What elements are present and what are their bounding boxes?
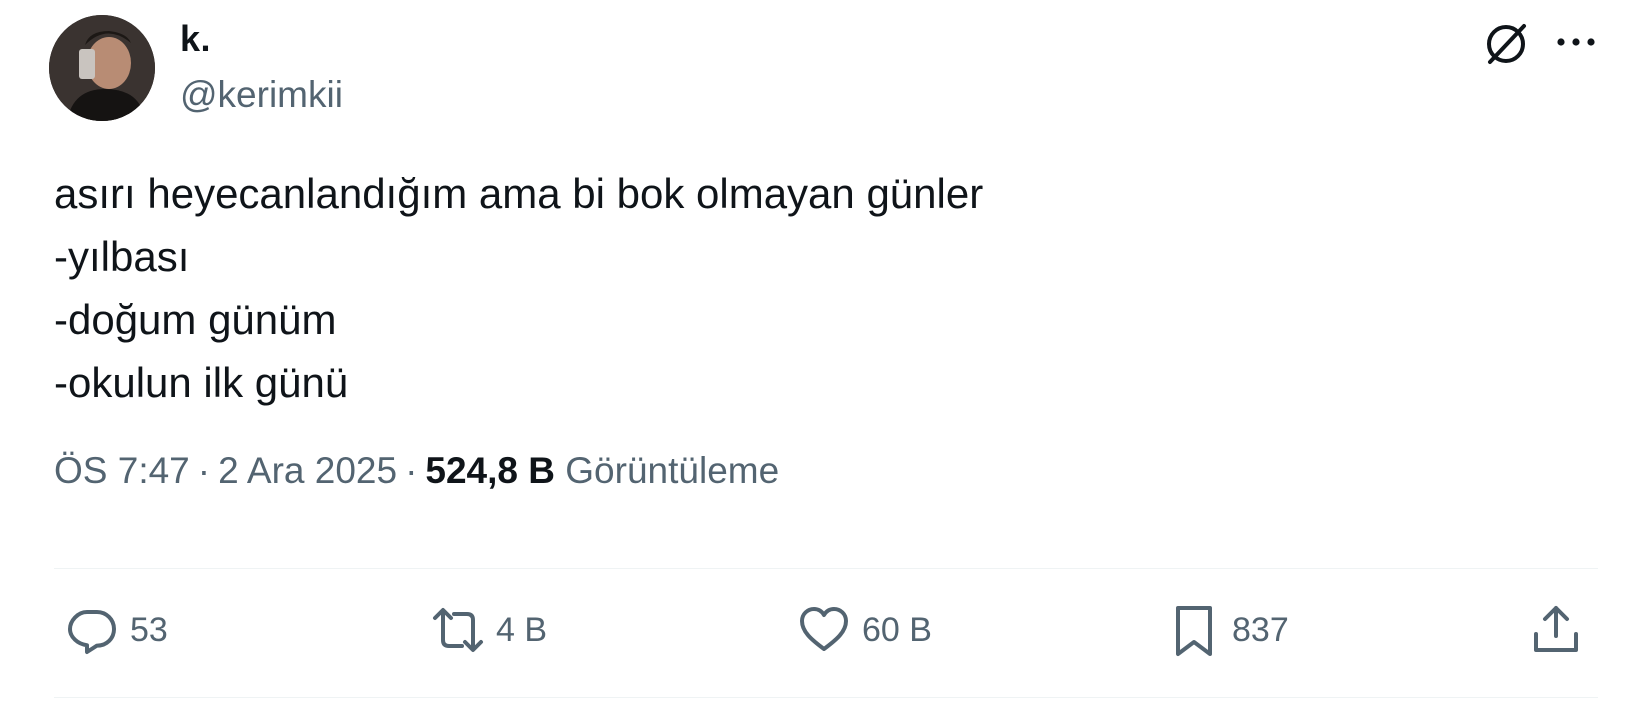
like-icon (800, 607, 848, 651)
tweet-line: -okulun ilk günü (54, 359, 349, 406)
reply-icon (68, 610, 116, 654)
retweet-count: 4 B (496, 610, 548, 649)
share-icon (1534, 606, 1578, 652)
meta-separator: · (197, 450, 211, 491)
avatar[interactable] (49, 15, 155, 121)
bookmark-button[interactable]: 837 (1166, 600, 1289, 660)
bookmark-count: 837 (1232, 610, 1289, 649)
action-bar: 53 4 B 60 B 837 (6, 600, 1628, 660)
meta-separator: · (405, 450, 418, 491)
retweet-icon (433, 608, 483, 652)
tweet-date[interactable]: 2 Ara 2025 (218, 450, 397, 491)
reply-count: 53 (130, 610, 168, 649)
bookmark-icon (1176, 606, 1212, 656)
grok-icon[interactable] (1482, 20, 1530, 68)
tweet-time[interactable]: ÖS 7:47 (54, 450, 190, 491)
more-options-icon[interactable] (1554, 30, 1598, 54)
author-handle[interactable]: @kerimkii (180, 74, 343, 116)
divider (54, 568, 1598, 569)
author-name[interactable]: k. (180, 18, 211, 60)
tweet-meta: ÖS 7:47 · 2 Ara 2025 · 524,8 B Görüntüleme (54, 450, 779, 492)
like-count: 60 B (862, 610, 932, 649)
tweet-line: asırı heyecanlandığım ama bi bok olmayan… (54, 170, 984, 217)
reply-button[interactable]: 53 (64, 600, 168, 660)
share-button[interactable] (1528, 600, 1584, 660)
tweet-text: asırı heyecanlandığım ama bi bok olmayan… (54, 162, 1554, 414)
tweet-card: k. @kerimkii asırı heyecanlandığım ama b… (6, 0, 1628, 706)
divider (54, 697, 1598, 698)
tweet-line: -doğum günüm (54, 296, 337, 343)
views-label[interactable]: Görüntüleme (565, 450, 779, 491)
tweet-line: -yılbası (54, 233, 190, 280)
like-button[interactable]: 60 B (796, 600, 932, 660)
retweet-button[interactable]: 4 B (430, 600, 547, 660)
views-count[interactable]: 524,8 B (425, 450, 555, 491)
